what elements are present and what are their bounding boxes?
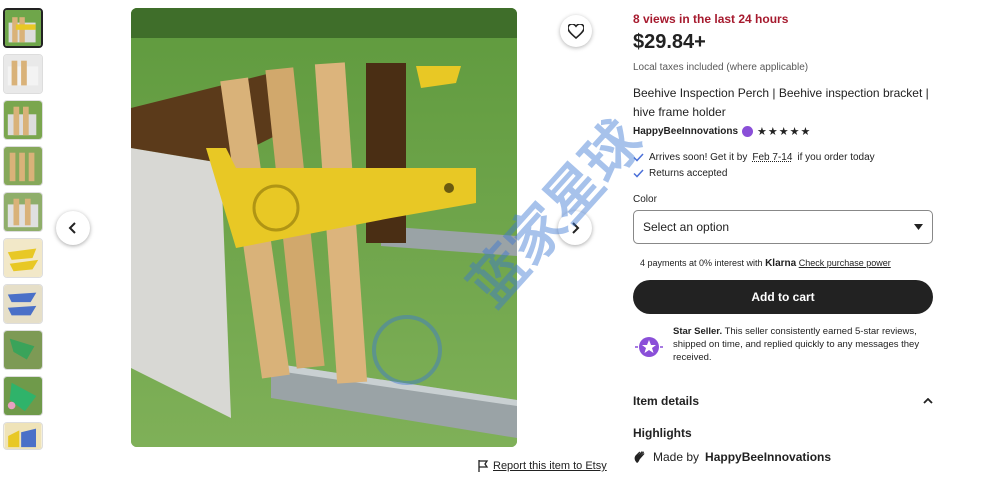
arrival-info: Arrives soon! Get it by Feb 7-14 if you … <box>633 152 875 163</box>
made-by-name[interactable]: HappyBeeInnovations <box>705 450 831 464</box>
thumbnail-8[interactable] <box>3 330 43 370</box>
thumbnail-strip <box>3 8 45 456</box>
taxes-note: Local taxes included (where applicable) <box>633 62 809 73</box>
klarna-info: 4 payments at 0% interest with Klarna Ch… <box>640 258 891 269</box>
thumbnail-7[interactable] <box>3 284 43 324</box>
thumbnail-3[interactable] <box>3 100 43 140</box>
item-details-label: Item details <box>633 394 700 408</box>
add-to-cart-button[interactable]: Add to cart <box>633 280 933 314</box>
listing-title: Beehive Inspection Perch | Beehive inspe… <box>633 86 929 119</box>
klarna-brand: Klarna <box>765 258 797 269</box>
made-by-row: Made by HappyBeeInnovations <box>633 450 831 464</box>
klarna-text: 4 payments at 0% interest with <box>640 258 763 268</box>
previous-image-button[interactable] <box>56 211 90 245</box>
highlights-heading: Highlights <box>633 426 692 440</box>
favorite-button[interactable] <box>560 15 592 47</box>
thumbnail-image <box>4 423 42 449</box>
views-count: 8 views in the last 24 hours <box>633 12 789 26</box>
seller-name-link[interactable]: HappyBeeInnovations <box>633 126 738 137</box>
thumbnail-9[interactable] <box>3 376 43 416</box>
returns-info: Returns accepted <box>633 168 727 179</box>
thumbnail-10[interactable] <box>3 422 43 450</box>
thumbnail-image <box>4 55 42 93</box>
next-image-button[interactable] <box>558 211 592 245</box>
star-seller-text: Star Seller. This seller consistently ea… <box>673 325 933 364</box>
main-product-image <box>131 8 517 447</box>
thumbnail-image <box>4 377 42 415</box>
thumbnail-4[interactable] <box>3 146 43 186</box>
rating-stars[interactable]: ★★★★★ <box>757 125 811 138</box>
report-item-label: Report this item to Etsy <box>493 460 607 472</box>
report-item-link[interactable]: Report this item to Etsy <box>478 460 607 472</box>
thumbnail-image <box>4 239 42 277</box>
chevron-left-icon <box>68 222 76 234</box>
thumbnail-image <box>4 331 42 369</box>
thumbnail-5[interactable] <box>3 192 43 232</box>
made-by-prefix: Made by <box>653 450 700 464</box>
waving-hand-icon <box>634 451 645 463</box>
seller-row: HappyBeeInnovations ★★★★★ <box>633 125 811 138</box>
star-seller-icon <box>635 337 663 357</box>
color-select-value: Select an option <box>643 220 730 234</box>
check-icon <box>633 153 644 162</box>
thumbnail-image <box>4 147 42 185</box>
thumbnail-6[interactable] <box>3 238 43 278</box>
color-label: Color <box>633 194 657 205</box>
returns-label: Returns accepted <box>649 168 728 179</box>
arrival-suffix: if you order today <box>797 152 875 163</box>
caret-down-icon <box>914 224 923 230</box>
star-seller-badge-icon <box>742 126 754 137</box>
check-icon <box>633 169 644 178</box>
beehive-perch-photo <box>131 8 517 447</box>
heart-icon <box>568 23 584 39</box>
price: $29.84+ <box>633 31 706 53</box>
color-select[interactable]: Select an option <box>633 210 933 244</box>
klarna-link[interactable]: Check purchase power <box>799 258 891 268</box>
flag-icon <box>478 460 489 472</box>
thumbnail-image <box>4 101 42 139</box>
arrival-prefix: Arrives soon! Get it by <box>649 152 748 163</box>
chevron-right-icon <box>572 222 580 234</box>
thumbnail-image <box>4 193 42 231</box>
chevron-up-icon <box>923 398 933 404</box>
star-seller-title: Star Seller. <box>673 326 723 337</box>
item-details-toggle[interactable]: Item details <box>633 394 933 408</box>
thumbnail-1[interactable] <box>3 8 43 48</box>
thumbnail-image <box>5 10 41 46</box>
arrival-dates[interactable]: Feb 7-14 <box>752 152 792 163</box>
thumbnail-2[interactable] <box>3 54 43 94</box>
thumbnail-image <box>4 285 42 323</box>
star-seller-info: Star Seller. This seller consistently ea… <box>633 325 933 364</box>
